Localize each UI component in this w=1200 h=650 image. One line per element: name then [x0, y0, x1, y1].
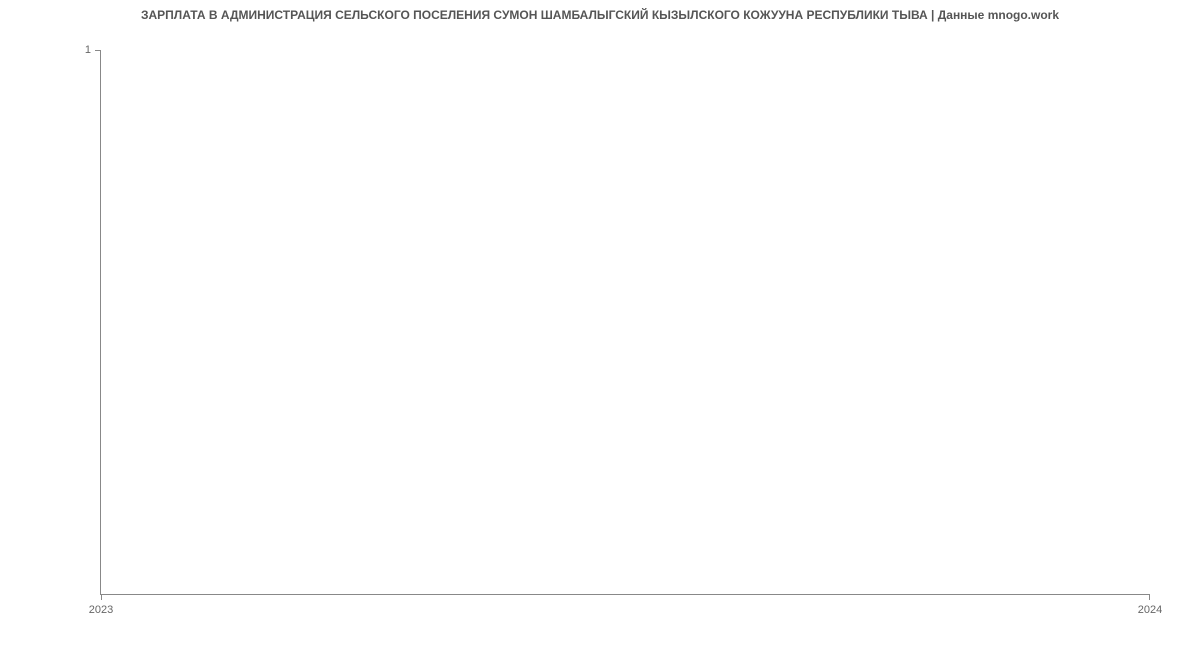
x-tick-label: 2023 [89, 604, 113, 616]
chart-title: ЗАРПЛАТА В АДМИНИСТРАЦИЯ СЕЛЬСКОГО ПОСЕЛ… [141, 8, 1059, 22]
x-tick-label: 2024 [1138, 604, 1162, 616]
y-tick [95, 50, 101, 51]
x-tick [101, 594, 102, 600]
chart-container: ЗАРПЛАТА В АДМИНИСТРАЦИЯ СЕЛЬСКОГО ПОСЕЛ… [0, 0, 1200, 650]
plot-area: 1 2023 2024 [100, 50, 1150, 595]
x-tick [1149, 594, 1150, 600]
y-tick-label: 1 [85, 44, 91, 56]
